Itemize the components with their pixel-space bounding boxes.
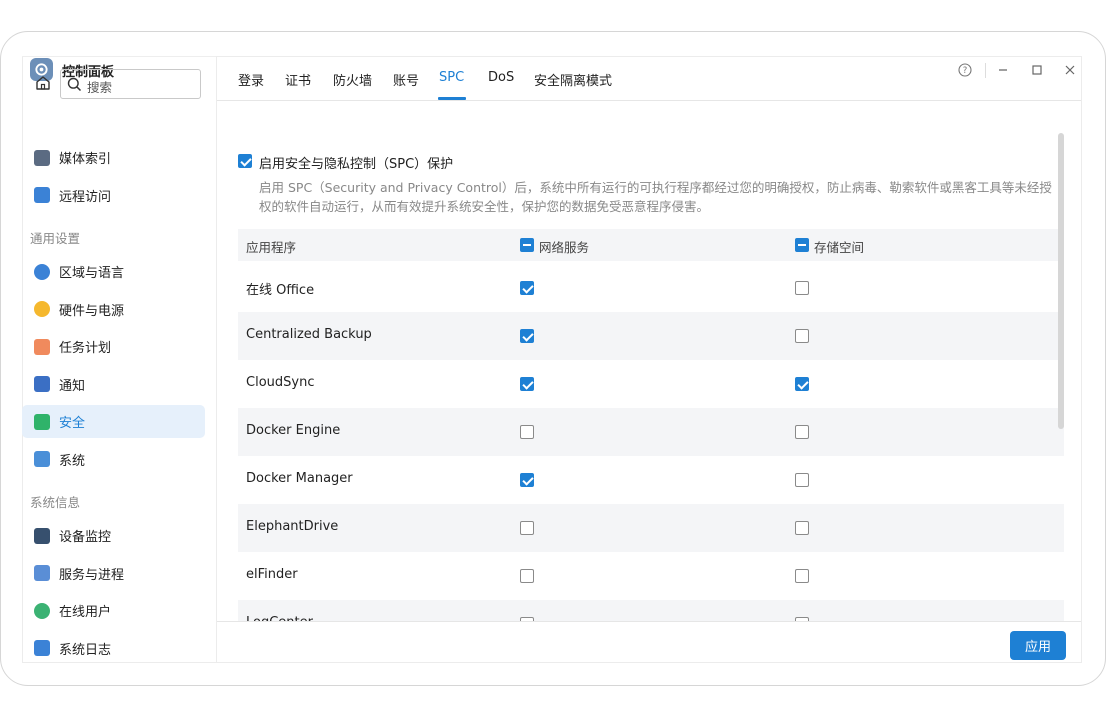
app-name: Centralized Backup xyxy=(246,327,372,342)
remote-access-icon xyxy=(34,187,50,203)
storage-permission-checkbox[interactable] xyxy=(795,281,809,295)
sidebar-item-monitor[interactable]: 系统 xyxy=(22,443,205,476)
table-row: Docker Engine xyxy=(238,408,1064,456)
globe-icon xyxy=(34,263,50,280)
tab-spc[interactable]: SPC xyxy=(439,70,464,85)
storage-permission-checkbox[interactable] xyxy=(795,329,809,343)
section-system-info: 系统信息 xyxy=(30,495,81,510)
sidebar-item-online-user[interactable]: 在线用户 xyxy=(22,594,205,627)
storage-permission-checkbox[interactable] xyxy=(795,377,809,391)
network-select-all-checkbox[interactable] xyxy=(520,238,534,252)
storage-permission-checkbox[interactable] xyxy=(795,473,809,487)
sidebar-item-calendar[interactable]: 任务计划 xyxy=(22,330,205,363)
table-row: CloudSync xyxy=(238,360,1064,408)
app-name: 在线 Office xyxy=(246,283,315,298)
header-application: 应用程序 xyxy=(246,240,297,255)
app-name: Docker Engine xyxy=(246,423,341,438)
shield-icon xyxy=(34,413,50,430)
network-permission-checkbox[interactable] xyxy=(520,329,534,343)
network-permission-checkbox[interactable] xyxy=(520,569,534,583)
services-icon xyxy=(34,565,50,581)
media-index-icon xyxy=(34,149,50,166)
app-name: Docker Manager xyxy=(246,471,353,486)
table-row: Docker Manager xyxy=(238,456,1064,504)
tab-dos[interactable]: DoS xyxy=(488,70,514,85)
sidebar-item-label: 硬件与电源 xyxy=(59,303,125,319)
spc-description: 启用 SPC（Security and Privacy Control）后，系统… xyxy=(259,180,1052,214)
online-user-icon xyxy=(34,602,50,619)
table-row: 在线 Office xyxy=(238,264,1064,312)
sidebar-item-label: 通知 xyxy=(59,378,86,394)
storage-permission-checkbox[interactable] xyxy=(795,569,809,583)
apply-button[interactable]: 应用 xyxy=(1010,631,1066,660)
sidebar-item-label: 区域与语言 xyxy=(59,266,125,281)
search-input[interactable]: 搜索 xyxy=(60,69,201,99)
sidebar-item-label: 系统日志 xyxy=(59,642,112,658)
sidebar-item-label: 设备监控 xyxy=(59,530,112,545)
enable-spc-checkbox[interactable] xyxy=(238,154,252,168)
table-row: elFinder xyxy=(238,552,1064,600)
sidebar-item-notification[interactable]: 通知 xyxy=(22,368,205,401)
system-log-icon xyxy=(34,640,50,656)
sidebar-item-label: 在线用户 xyxy=(59,605,112,620)
device-monitor-icon xyxy=(34,527,50,544)
sidebar-item-label: 服务与进程 xyxy=(59,567,125,583)
table-header: 应用程序 网络服务 存储空间 xyxy=(238,229,1064,261)
sidebar-item-system-log[interactable]: 系统日志 xyxy=(22,632,205,664)
app-name: ElephantDrive xyxy=(246,519,339,534)
tab-isolation-mode[interactable]: 安全隔离模式 xyxy=(534,70,612,89)
app-name: CloudSync xyxy=(246,375,315,390)
search-placeholder: 搜索 xyxy=(87,80,113,95)
tab-account[interactable]: 账号 xyxy=(393,70,419,89)
network-permission-checkbox[interactable] xyxy=(520,281,534,295)
spc-app-table: 应用程序 网络服务 存储空间 在线 Office Centralized Back… xyxy=(238,229,1064,621)
sidebar-item-label: 远程访问 xyxy=(59,189,112,205)
sidebar-item-globe[interactable]: 区域与语言 xyxy=(22,255,205,288)
scrollbar-thumb[interactable] xyxy=(1058,133,1064,429)
notification-icon xyxy=(34,376,50,392)
scrollbar[interactable] xyxy=(1058,131,1066,621)
table-row: LogCenter xyxy=(238,600,1064,621)
tab-bar: 登录 证书 防火墙 账号 SPC DoS 安全隔离模式 xyxy=(217,56,1081,101)
content-divider xyxy=(216,56,217,663)
search-icon xyxy=(67,77,82,92)
header-storage: 存储空间 xyxy=(814,240,865,255)
enable-spc-label: 启用安全与隐私控制（SPC）保护 xyxy=(259,157,454,172)
tab-login[interactable]: 登录 xyxy=(238,70,264,89)
sidebar-item-services[interactable]: 服务与进程 xyxy=(22,557,205,590)
sidebar-item-label: 系统 xyxy=(59,453,86,469)
network-permission-checkbox[interactable] xyxy=(520,425,534,439)
tab-firewall[interactable]: 防火墙 xyxy=(333,70,372,89)
sidebar: 搜索 媒体索引远程访问 通用设置 区域与语言硬件与电源任务计划通知安全系统 系统… xyxy=(22,56,216,663)
sidebar-item-media-index[interactable]: 媒体索引 xyxy=(22,141,205,174)
sidebar-item-bulb[interactable]: 硬件与电源 xyxy=(22,293,205,326)
monitor-icon xyxy=(34,451,50,467)
sidebar-item-remote-access[interactable]: 远程访问 xyxy=(22,179,205,212)
calendar-icon xyxy=(34,338,50,355)
sidebar-item-label: 安全 xyxy=(59,416,86,431)
sidebar-item-shield[interactable]: 安全 xyxy=(22,405,205,438)
sidebar-item-label: 媒体索引 xyxy=(59,152,112,167)
app-name: elFinder xyxy=(246,567,298,582)
section-general-settings: 通用设置 xyxy=(30,231,81,246)
bulb-icon xyxy=(34,301,50,317)
network-permission-checkbox[interactable] xyxy=(520,521,534,535)
storage-select-all-checkbox[interactable] xyxy=(795,238,809,252)
network-permission-checkbox[interactable] xyxy=(520,377,534,391)
home-icon[interactable] xyxy=(32,72,54,94)
network-permission-checkbox[interactable] xyxy=(520,473,534,487)
storage-permission-checkbox[interactable] xyxy=(795,521,809,535)
sidebar-item-device-monitor[interactable]: 设备监控 xyxy=(22,519,205,552)
tab-certificate[interactable]: 证书 xyxy=(285,70,311,89)
header-network: 网络服务 xyxy=(539,240,590,255)
footer-bar xyxy=(217,621,1081,663)
table-row: ElephantDrive xyxy=(238,504,1064,552)
sidebar-item-label: 任务计划 xyxy=(59,341,112,356)
active-tab-indicator xyxy=(438,97,466,100)
storage-permission-checkbox[interactable] xyxy=(795,425,809,439)
table-row: Centralized Backup xyxy=(238,312,1064,360)
